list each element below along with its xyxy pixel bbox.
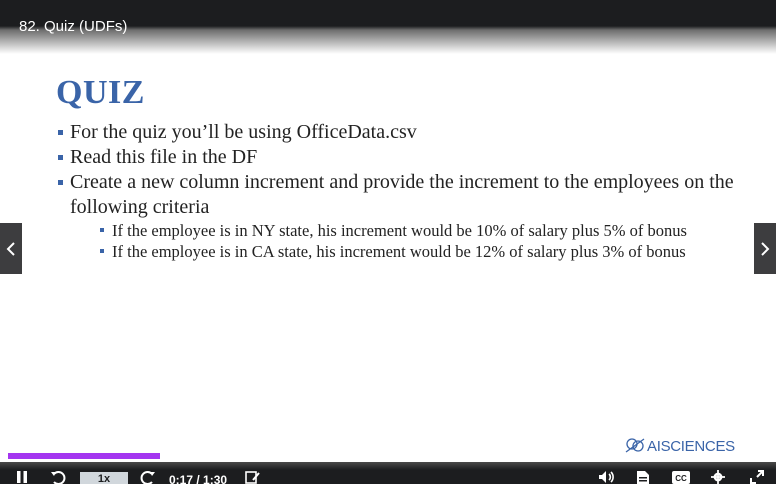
video-player[interactable]: QUIZ For the quiz you’ll be using Office… (0, 0, 776, 484)
control-bar: 1x 0:17 / 1:30 CC (0, 462, 776, 484)
bullet-text: For the quiz you’ll be using OfficeData.… (70, 121, 417, 143)
pause-icon (17, 471, 27, 483)
next-lecture-button[interactable] (754, 223, 776, 274)
settings-button[interactable] (710, 470, 726, 484)
progress-bar[interactable] (8, 453, 768, 459)
lecture-slide: QUIZ For the quiz you’ll be using Office… (0, 0, 776, 460)
slide-bullet: Create a new column increment and provid… (58, 170, 738, 262)
rewind-5-icon (51, 471, 66, 484)
slide-heading: QUIZ (56, 74, 145, 111)
gear-icon (711, 470, 725, 484)
bullet-marker (58, 180, 63, 185)
slide-bullet: Read this file in the DF (58, 145, 738, 170)
slide-sub-bullet-list: If the employee is in NY state, his incr… (70, 220, 738, 262)
expand-icon (750, 470, 764, 484)
forward-5-icon (140, 471, 155, 484)
transcript-icon (637, 471, 649, 484)
svg-text:CC: CC (675, 474, 687, 483)
add-note-icon (245, 471, 260, 484)
volume-button[interactable] (598, 470, 616, 484)
bullet-marker (100, 228, 104, 232)
sub-bullet-text: If the employee is in CA state, his incr… (112, 242, 686, 261)
logo-text: AISCIENCES (647, 437, 735, 455)
slide-bullet-list: For the quiz you’ll be using OfficeData.… (58, 120, 738, 262)
add-note-button[interactable] (245, 470, 261, 484)
video-title: 82. Quiz (UDFs) (19, 18, 128, 35)
time-display: 0:17 / 1:30 (169, 473, 228, 484)
bullet-text: Read this file in the DF (70, 146, 258, 168)
title-bar: 82. Quiz (UDFs) (0, 0, 776, 54)
captions-button[interactable]: CC (671, 470, 691, 484)
playback-rate-button[interactable]: 1x (80, 472, 128, 484)
fullscreen-button[interactable] (750, 470, 764, 484)
previous-lecture-button[interactable] (0, 223, 22, 274)
slide-sub-bullet: If the employee is in NY state, his incr… (100, 220, 738, 241)
bullet-text: Create a new column increment and provid… (70, 171, 734, 218)
bullet-marker (100, 249, 104, 253)
pause-button[interactable] (16, 470, 28, 484)
transcript-button[interactable] (636, 470, 650, 484)
sub-bullet-text: If the employee is in NY state, his incr… (112, 221, 687, 240)
chevron-left-icon (6, 241, 15, 256)
volume-icon (599, 471, 614, 483)
slide-bullet: For the quiz you’ll be using OfficeData.… (58, 120, 738, 145)
forward-button[interactable] (140, 470, 156, 484)
chevron-right-icon (761, 241, 770, 256)
bullet-marker (58, 155, 63, 160)
bullet-marker (58, 130, 63, 135)
slide-sub-bullet: If the employee is in CA state, his incr… (100, 241, 738, 262)
progress-fill (8, 453, 160, 459)
rewind-button[interactable] (50, 470, 66, 484)
captions-icon: CC (672, 471, 690, 484)
